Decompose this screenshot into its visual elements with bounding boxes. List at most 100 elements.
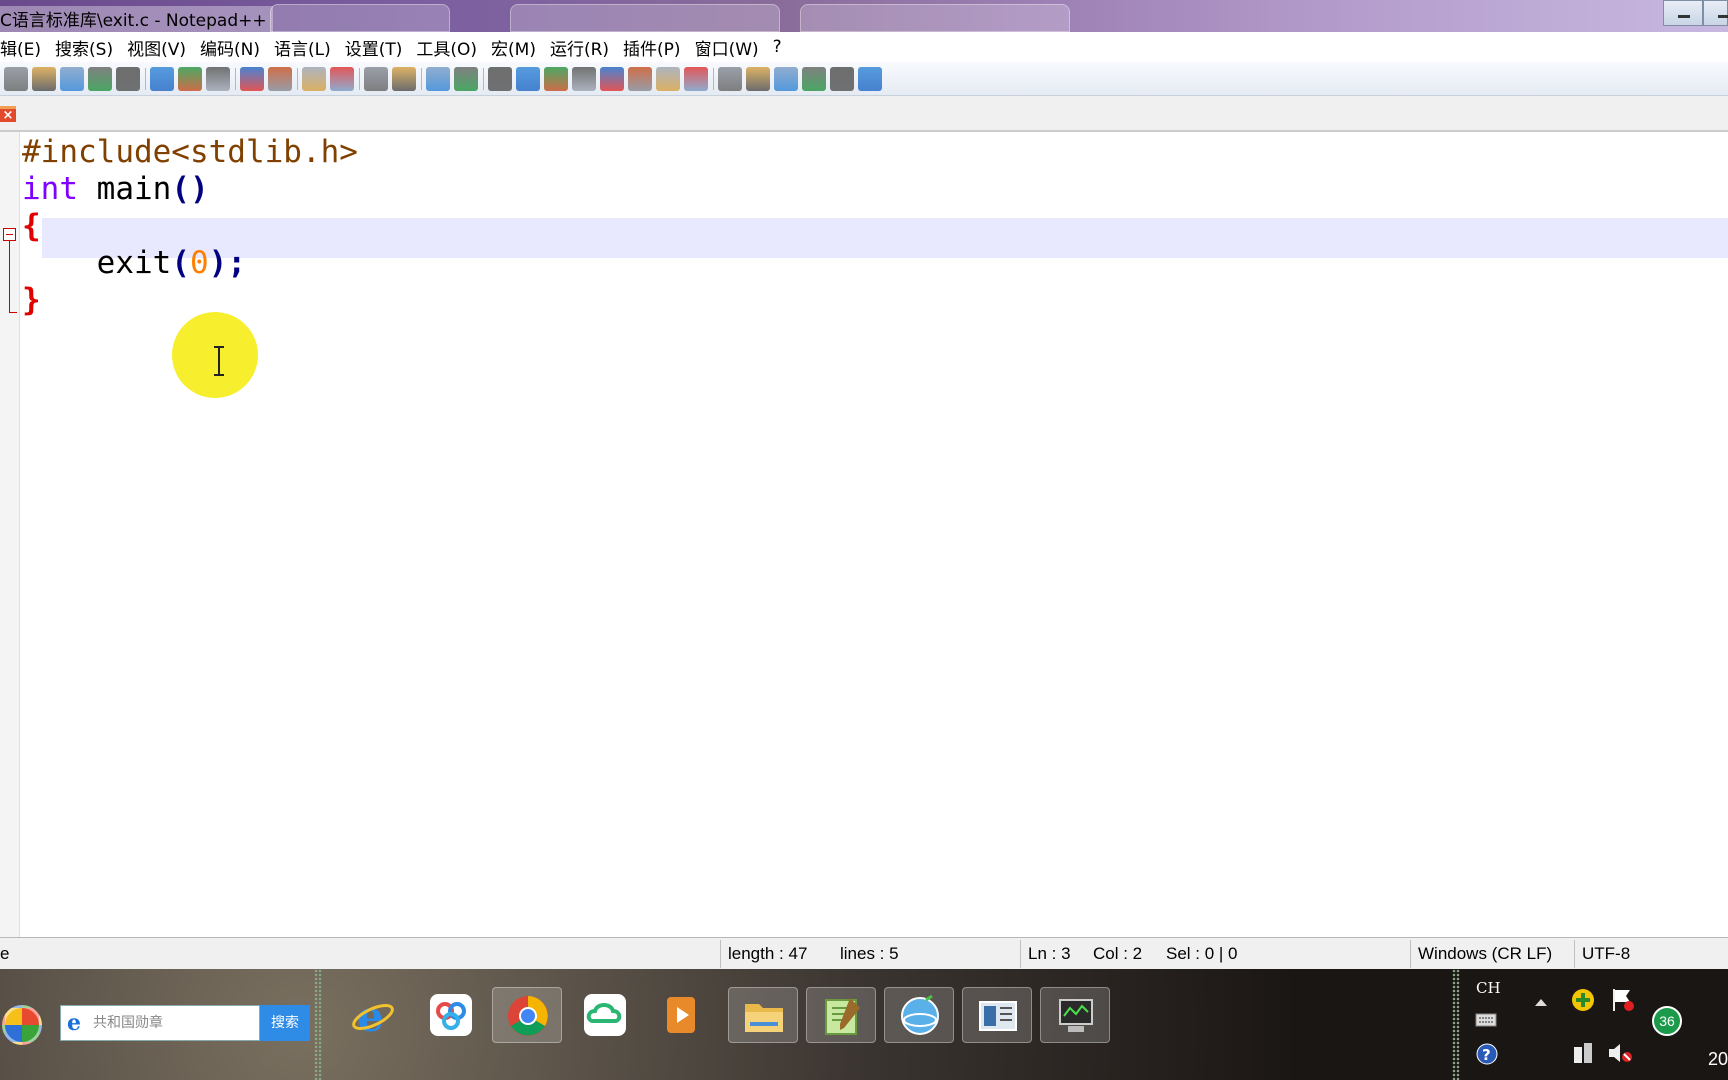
status-encoding[interactable]: UTF-8 <box>1582 944 1630 964</box>
undo-icon[interactable] <box>240 67 264 91</box>
taskbar-ie[interactable]: e <box>338 987 408 1043</box>
sync-h-icon[interactable] <box>454 67 478 91</box>
notepad-plus-plus-icon <box>825 998 860 1035</box>
taskbar-explorer[interactable] <box>728 987 798 1043</box>
menu-run[interactable]: 运行(R) <box>550 35 617 60</box>
copy-icon[interactable] <box>178 67 202 91</box>
menu-settings[interactable]: 设置(T) <box>345 35 411 60</box>
code-line[interactable]: exit(0); <box>22 243 246 283</box>
network-icon[interactable] <box>1572 1041 1594 1065</box>
replace-icon[interactable] <box>330 67 354 91</box>
menu-window[interactable]: 窗口(W) <box>695 35 767 60</box>
status-sel: Sel : 0 | 0 <box>1166 944 1238 963</box>
help-icon[interactable]: ? <box>1476 1043 1498 1065</box>
toolbar-separator <box>235 68 236 90</box>
show-hidden-icons-icon[interactable] <box>1534 997 1548 1007</box>
volume-muted-icon[interactable] <box>1606 1041 1634 1065</box>
status-divider <box>1020 940 1021 968</box>
title-bar: C语言标准库\exit.c - Notepad++ <box>0 0 1728 32</box>
record-macro-icon[interactable] <box>718 67 742 91</box>
doc-map-icon[interactable] <box>600 67 624 91</box>
chrome-icon <box>508 996 548 1036</box>
monitor-icon[interactable] <box>684 67 708 91</box>
code-editor[interactable]: #include<stdlib.h> int main(){ exit(0);} <box>0 132 1728 937</box>
taskbar-cloud[interactable] <box>570 987 640 1043</box>
start-button[interactable] <box>2 1005 42 1045</box>
code-token: main <box>78 171 172 207</box>
zoom-in-icon[interactable] <box>364 67 388 91</box>
code-token: int <box>22 171 78 207</box>
menu-view[interactable]: 视图(V) <box>127 35 194 60</box>
menu-help[interactable]: ? <box>773 37 790 57</box>
taskbar-notepadpp[interactable] <box>806 987 876 1043</box>
status-divider <box>1410 940 1411 968</box>
stop-macro-icon[interactable] <box>746 67 770 91</box>
toolbar-separator <box>145 68 146 90</box>
close-tab-icon[interactable]: × <box>0 106 16 122</box>
cloud-app-icon <box>584 994 626 1036</box>
menu-tools[interactable]: 工具(O) <box>416 35 485 60</box>
clock[interactable]: 20 <box>1708 1049 1728 1070</box>
add-icon[interactable] <box>1570 987 1596 1013</box>
search-input[interactable]: e 共和国勋章 <box>60 1005 260 1041</box>
status-length: length : 47 <box>728 944 808 963</box>
spell-check-icon[interactable] <box>858 67 882 91</box>
code-line[interactable]: } <box>22 280 41 320</box>
menu-encoding[interactable]: 编码(N) <box>200 35 268 60</box>
show-all-chars-icon[interactable] <box>516 67 540 91</box>
redo-icon[interactable] <box>268 67 292 91</box>
baidu-netdisk-icon <box>430 994 472 1036</box>
status-eol[interactable]: Windows (CR LF) <box>1418 944 1552 964</box>
paste-icon[interactable] <box>206 67 230 91</box>
taskbar-remote[interactable] <box>1040 987 1110 1043</box>
taskbar-netdisk[interactable] <box>416 987 486 1043</box>
code-token: ); <box>208 245 246 281</box>
cut-icon[interactable] <box>150 67 174 91</box>
action-center-flag-icon[interactable] <box>1610 987 1636 1013</box>
text-reader-icon <box>979 1001 1017 1031</box>
menu-search[interactable]: 搜索(S) <box>55 35 121 60</box>
folder-icon <box>745 1004 783 1032</box>
text-cursor-icon <box>214 346 224 376</box>
menu-macro[interactable]: 宏(M) <box>491 35 544 60</box>
keyboard-icon[interactable] <box>1475 1013 1497 1027</box>
input-language[interactable]: CH <box>1476 979 1501 997</box>
code-line[interactable]: #include<stdlib.h> <box>22 132 358 172</box>
code-line[interactable]: int main() <box>22 169 209 209</box>
taskbar-media[interactable] <box>648 987 718 1043</box>
zoom-out-icon[interactable] <box>392 67 416 91</box>
taskbar-browser[interactable] <box>884 987 954 1043</box>
sync-v-icon[interactable] <box>426 67 450 91</box>
folder-workspace-icon[interactable] <box>656 67 680 91</box>
function-list-icon[interactable] <box>628 67 652 91</box>
tray-gripper[interactable] <box>1452 969 1460 1080</box>
taskbar-gripper[interactable] <box>314 969 322 1080</box>
indent-guide-icon[interactable] <box>544 67 568 91</box>
new-icon[interactable] <box>32 67 56 91</box>
menu-plugins[interactable]: 插件(P) <box>623 35 689 60</box>
taskbar-chrome[interactable] <box>492 987 562 1043</box>
play-macro-icon[interactable] <box>774 67 798 91</box>
maximize-button[interactable] <box>1703 0 1728 26</box>
code-line[interactable]: { <box>22 206 41 246</box>
code-token: () <box>171 171 209 207</box>
user-lang-icon[interactable] <box>572 67 596 91</box>
menu-edit[interactable]: 辑(E) <box>0 35 49 60</box>
save-icon[interactable] <box>88 67 112 91</box>
close-all-icon[interactable] <box>4 67 28 91</box>
menu-language[interactable]: 语言(L) <box>274 35 339 60</box>
find-icon[interactable] <box>302 67 326 91</box>
toolbar-separator <box>483 68 484 90</box>
fold-margin[interactable] <box>0 132 20 937</box>
run-macro-multiple-icon[interactable] <box>802 67 826 91</box>
minimize-button[interactable] <box>1663 0 1703 26</box>
fold-toggle-icon[interactable] <box>3 228 16 241</box>
taskbar-reader[interactable] <box>962 987 1032 1043</box>
status-bar: e length : 47 lines : 5 Ln : 3 Col : 2 S… <box>0 937 1728 969</box>
search-button[interactable]: 搜索 <box>260 1005 310 1041</box>
save-macro-icon[interactable] <box>830 67 854 91</box>
print-icon[interactable] <box>116 67 140 91</box>
open-icon[interactable] <box>60 67 84 91</box>
word-wrap-icon[interactable] <box>488 67 512 91</box>
notification-badge[interactable]: 36 <box>1652 1006 1682 1036</box>
